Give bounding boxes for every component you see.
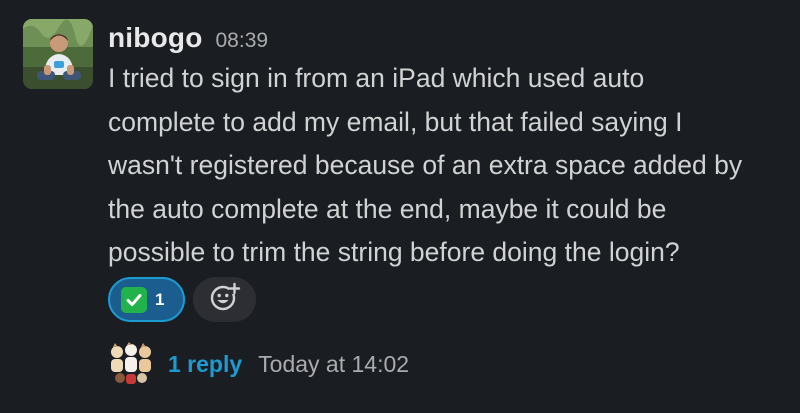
message-text-line: I tried to sign in from an iPad which us…: [108, 63, 645, 93]
add-emoji-icon: [209, 281, 241, 318]
message: nibogo 08:39 I tried to sign in from an …: [0, 0, 800, 413]
message-text-line: possible to trim the string before doing…: [108, 237, 680, 267]
author-name[interactable]: nibogo: [108, 22, 203, 54]
reply-count-link[interactable]: 1 reply: [168, 351, 242, 378]
reactions-bar: 1: [108, 277, 256, 322]
message-timestamp[interactable]: 08:39: [216, 29, 269, 53]
message-header: nibogo 08:39: [108, 22, 268, 56]
thread-summary[interactable]: 1 reply Today at 14:02: [108, 342, 409, 386]
message-body: I tried to sign in from an iPad which us…: [108, 57, 792, 275]
last-reply-time: Today at 14:02: [258, 350, 410, 377]
message-text-line: complete to add my email, but that faile…: [108, 106, 683, 137]
user-avatar[interactable]: [23, 19, 93, 89]
message-text-line: wasn't registered because of an extra sp…: [108, 150, 743, 180]
white-check-mark-icon: [121, 286, 147, 313]
message-text-line: the auto complete at the end, maybe it c…: [108, 193, 667, 224]
reaction-check-mark[interactable]: 1: [108, 277, 185, 322]
add-reaction-button[interactable]: [193, 277, 256, 322]
reply-avatar: [108, 342, 154, 386]
reaction-count: 1: [155, 289, 165, 309]
